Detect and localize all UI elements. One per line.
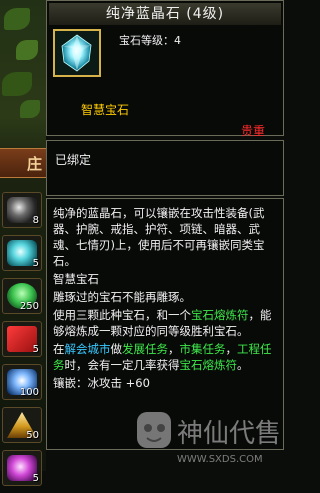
leaf-decoration	[2, 72, 32, 96]
blue-crystal-gem-icon	[55, 31, 99, 75]
leaf-decoration	[16, 40, 38, 60]
inventory-slot[interactable]: 50	[2, 407, 42, 443]
inventory-slot[interactable]: 5	[2, 321, 42, 357]
rarity-label: 贵重	[240, 124, 265, 138]
gem-name: 智慧宝石	[81, 103, 130, 117]
warning-line: 雕琢过的宝石不能再雕琢。	[53, 290, 191, 304]
inventory-slot[interactable]: 8	[2, 192, 42, 228]
inventory-slots: 8 5 250 5 100 50 5	[0, 192, 46, 493]
description-text: 纯净的蓝晶石，可以镶嵌在攻击性装备(武器、护腕、戒指、护符、项链、暗器、武魂、七…	[53, 205, 277, 391]
slot-count: 5	[32, 258, 39, 269]
item-icon-frame	[53, 29, 101, 77]
inventory-slot[interactable]: 250	[2, 278, 42, 314]
leaf-decoration	[4, 8, 30, 30]
quest-text: 做	[110, 342, 123, 356]
quest-text: ，	[225, 342, 238, 356]
quest-text: 。	[237, 358, 249, 372]
quest-paragraph: 在解会城市做发展任务，市集任务，工程任务时，会有一定几率获得宝石熔炼符。	[53, 341, 277, 373]
bound-status: 已绑定	[55, 153, 92, 167]
slot-count: 50	[26, 430, 39, 441]
slot-count: 8	[32, 215, 39, 226]
gem-type-line: 智慧宝石	[53, 272, 99, 286]
slot-count: 100	[19, 387, 39, 398]
slot-count: 5	[32, 344, 39, 355]
item-title: 纯净蓝晶石 (4级)	[49, 3, 281, 25]
quest-city-link[interactable]: 解会城市	[65, 342, 111, 356]
item-tooltip-binding: 已绑定	[46, 140, 284, 196]
inventory-slot[interactable]: 5	[2, 450, 42, 486]
watermark-brand: 神仙代售	[177, 419, 281, 449]
inventory-slot[interactable]: 5	[2, 235, 42, 271]
quest-text: 在	[53, 342, 65, 356]
leaf-decoration	[20, 100, 40, 118]
watermark-logo: 神仙代售 WWW.SXDS.COM	[137, 412, 281, 465]
slot-count: 5	[32, 473, 39, 484]
quest-text: 时，会有一定几率获得	[64, 358, 180, 372]
description-paragraph: 纯净的蓝晶石，可以镶嵌在攻击性装备(武器、护腕、戒指、护符、项链、暗器、武魂、七…	[53, 206, 265, 268]
fusion-text: 使用三颗此种宝石，和一个	[53, 308, 191, 322]
slot-count: 250	[19, 301, 39, 312]
quest-text: ，	[168, 342, 180, 356]
side-tab-label: 庄	[26, 155, 42, 173]
watermark-site: WWW.SXDS.COM	[177, 454, 263, 465]
inventory-slot[interactable]: 100	[2, 364, 42, 400]
fusion-paragraph: 使用三颗此种宝石，和一个宝石熔炼符，能够熔炼成一颗对应的同等级胜利宝石。	[53, 307, 277, 339]
gem-level-label: 宝石等级：4	[119, 34, 181, 47]
inlay-effect-line: 镶嵌：冰攻击 +60	[53, 376, 150, 390]
quest-market-link[interactable]: 市集任务	[180, 342, 226, 356]
quest-dev-link[interactable]: 发展任务	[122, 342, 168, 356]
quest-item-link[interactable]: 宝石熔炼符	[180, 358, 238, 372]
item-tooltip-header: 纯净蓝晶石 (4级) 宝石等级：4 智慧宝石 贵重	[46, 0, 284, 138]
fusion-item-link[interactable]: 宝石熔炼符	[191, 308, 249, 322]
side-tab[interactable]: 庄	[0, 148, 46, 178]
